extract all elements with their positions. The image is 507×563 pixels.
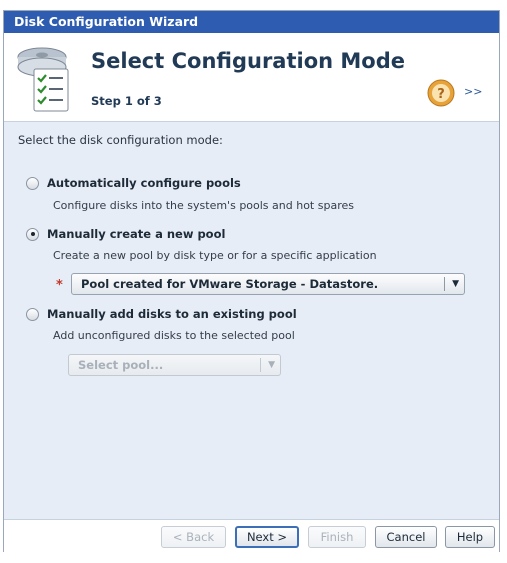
manual-create-radio[interactable]: [26, 227, 39, 241]
pool-type-select[interactable]: Pool created for VMware Storage - Datast…: [71, 273, 465, 295]
disk-checklist-icon: [17, 47, 69, 112]
expand-help-link[interactable]: >>: [464, 85, 482, 98]
required-marker: *: [56, 278, 63, 293]
existing-pool-select[interactable]: Select pool... ▼: [68, 354, 281, 376]
manual-create-label: Manually create a new pool: [47, 227, 226, 241]
cancel-button[interactable]: Cancel: [375, 526, 437, 548]
step-indicator: Step 1 of 3: [91, 94, 162, 108]
add-to-existing-description: Add unconfigured disks to the selected p…: [53, 329, 295, 342]
wizard-dialog: Disk Configuration Wizard Select Configu…: [3, 10, 500, 552]
auto-configure-description: Configure disks into the system's pools …: [53, 199, 354, 212]
dropdown-arrow-icon: ▼: [452, 279, 459, 289]
mode-prompt: Select the disk configuration mode:: [18, 133, 223, 147]
add-to-existing-radio[interactable]: [26, 307, 39, 321]
add-to-existing-option[interactable]: Manually add disks to an existing pool: [26, 307, 297, 321]
back-button[interactable]: < Back: [161, 526, 226, 548]
wizard-footer: < Back Next > Finish Cancel Help: [4, 519, 499, 552]
help-icon[interactable]: ?: [427, 79, 455, 107]
auto-configure-radio[interactable]: [26, 176, 39, 190]
finish-button[interactable]: Finish: [308, 526, 366, 548]
dropdown-arrow-icon: ▼: [268, 360, 275, 370]
page-title: Select Configuration Mode: [91, 49, 405, 73]
window-title: Disk Configuration Wizard: [4, 11, 499, 33]
next-button[interactable]: Next >: [235, 526, 299, 548]
auto-configure-option[interactable]: Automatically configure pools: [26, 176, 241, 190]
help-button[interactable]: Help: [445, 526, 495, 548]
wizard-header: Select Configuration Mode Step 1 of 3 ? …: [4, 33, 499, 122]
manual-create-description: Create a new pool by disk type or for a …: [53, 249, 377, 262]
add-to-existing-label: Manually add disks to an existing pool: [47, 307, 297, 321]
pool-type-select-value: Pool created for VMware Storage - Datast…: [81, 277, 379, 291]
svg-text:?: ?: [437, 87, 445, 102]
wizard-body: Select the disk configuration mode: Auto…: [4, 122, 499, 519]
auto-configure-label: Automatically configure pools: [47, 176, 241, 190]
existing-pool-select-placeholder: Select pool...: [78, 358, 164, 372]
manual-create-option[interactable]: Manually create a new pool: [26, 227, 225, 241]
